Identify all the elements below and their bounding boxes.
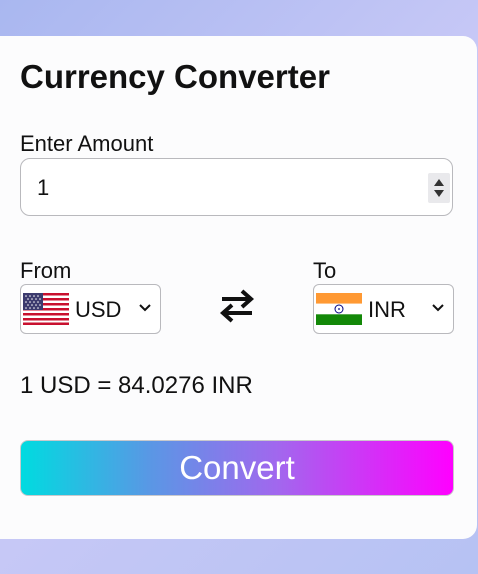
page-title: Currency Converter	[20, 58, 330, 95]
amount-value: 1	[37, 175, 50, 200]
amount-input[interactable]: 1	[20, 158, 453, 216]
to-currency-value: INR	[368, 297, 406, 322]
swap-arrows-icon[interactable]	[218, 286, 256, 326]
us-flag-icon	[23, 293, 69, 325]
amount-label: Enter Amount	[20, 131, 154, 156]
exchange-rate-text: 1 USD = 84.0276 INR	[20, 372, 253, 399]
from-label: From	[20, 258, 72, 283]
convert-button[interactable]: Convert	[20, 440, 454, 496]
chevron-down-icon	[139, 304, 151, 312]
increment-arrow-icon[interactable]	[434, 179, 444, 186]
from-currency-select[interactable]: USD	[20, 284, 161, 334]
decrement-arrow-icon[interactable]	[434, 190, 444, 197]
from-currency-value: USD	[75, 297, 122, 322]
to-currency-select[interactable]: INR	[313, 284, 454, 334]
number-spinner[interactable]	[428, 173, 450, 203]
india-flag-icon	[316, 293, 362, 325]
to-label: To	[313, 258, 337, 283]
chevron-down-icon	[432, 304, 444, 312]
